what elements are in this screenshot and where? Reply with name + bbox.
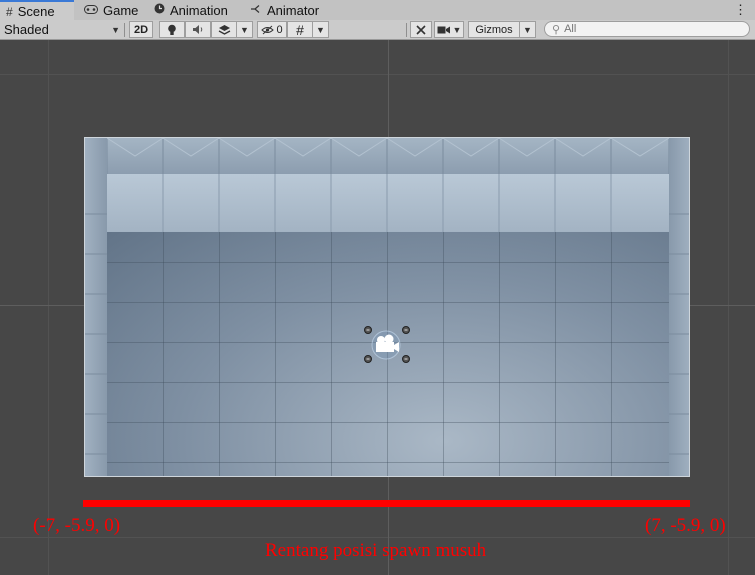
floor-seam [107,262,669,263]
toggle-2d-button[interactable]: 2D [129,21,153,38]
lighting-toggle-button[interactable] [159,21,185,38]
gizmos-button[interactable]: Gizmos [468,21,520,38]
tab-game-label: Game [103,2,139,18]
grid-line [48,40,49,575]
audio-toggle-button[interactable] [185,21,211,38]
eye-slash-icon [261,25,275,34]
grid-snap-icon: # [296,21,304,38]
grid-line [0,537,755,538]
floor-seam [331,232,332,476]
chevron-down-icon: ▼ [240,24,249,35]
hidden-objects-toggle[interactable]: 0 [257,21,287,38]
spawn-range-right-label: (7, -5.9, 0) [645,515,726,536]
effects-toggle-button[interactable] [211,21,237,38]
video-camera-icon [437,26,450,33]
grid-dropdown[interactable]: ▼ [313,21,329,38]
floor-seam [107,382,669,383]
wall-left-tiles [85,213,107,455]
search-input[interactable] [564,23,735,35]
tools-icon [416,24,426,35]
wall-right-tiles [669,213,689,455]
floor-seam [219,232,220,476]
animator-branch-icon [250,3,262,17]
speaker-icon [192,25,202,34]
floor-seam [555,232,556,476]
grid-hash-icon: # [6,4,13,19]
wall-right [669,138,689,476]
scene-search-field[interactable]: ⚲ [544,21,750,37]
floor-seam [499,232,500,476]
animation-clock-icon [154,3,165,17]
wall-left [85,138,107,476]
grid-line [728,40,729,575]
camera-icon [364,326,410,363]
scene-viewport[interactable] [0,40,755,575]
layers-icon [218,24,230,35]
tab-menu-icon[interactable]: ⋮ [734,2,747,18]
arena-background-sprite[interactable] [84,137,690,477]
floor-seam [443,232,444,476]
lightbulb-icon [168,24,176,35]
tab-animation-label: Animation [170,2,228,18]
tab-bar: # Scene Game Animation Animator ⋮ [0,0,755,21]
tab-scene[interactable]: # Scene [0,0,74,21]
wall-tiles-lower [162,174,612,232]
wall-tiles-upper [106,138,670,174]
chevron-down-icon: ▼ [452,24,462,35]
shading-mode-value: Shaded [4,22,49,37]
spawn-range-bar [83,500,690,507]
floor-seam [163,232,164,476]
floor-seam [107,462,669,463]
divider [406,23,407,37]
gamepad-icon [84,3,98,17]
tools-toggle-button[interactable] [410,21,432,38]
grid-toggle-button[interactable]: # [287,21,313,38]
camera-settings-dropdown[interactable]: ▼ [434,21,464,38]
spawn-range-caption: Rentang posisi spawn musuh [265,540,487,561]
scene-toolbar: Shaded ▼ 2D ▼ 0 # ▼ ▼ Gizmos ▼ ⚲ [0,20,755,40]
gizmos-dropdown[interactable]: ▼ [520,21,536,38]
floor-seam [107,422,669,423]
floor-seam [107,302,669,303]
floor-seam [611,232,612,476]
tab-game[interactable]: Game [78,0,142,20]
wall-top-lower [107,174,669,232]
tab-animator[interactable]: Animator [244,0,324,20]
divider [124,23,125,37]
tab-animation[interactable]: Animation [148,0,238,20]
wall-top-upper [85,138,689,174]
chevron-down-icon: ▼ [316,24,325,35]
spawn-range-left-label: (-7, -5.9, 0) [33,515,121,536]
hidden-count: 0 [276,23,283,36]
floor-seam [275,232,276,476]
tab-scene-label: Scene [17,4,55,19]
search-icon: ⚲ [552,23,561,36]
tab-animator-label: Animator [267,2,320,18]
effects-dropdown[interactable]: ▼ [237,21,253,38]
chevron-down-icon: ▼ [111,24,120,35]
shading-mode-dropdown[interactable]: Shaded ▼ [4,21,120,38]
chevron-down-icon: ▼ [523,24,532,35]
main-camera-gizmo[interactable] [364,324,412,364]
grid-line [0,74,755,75]
